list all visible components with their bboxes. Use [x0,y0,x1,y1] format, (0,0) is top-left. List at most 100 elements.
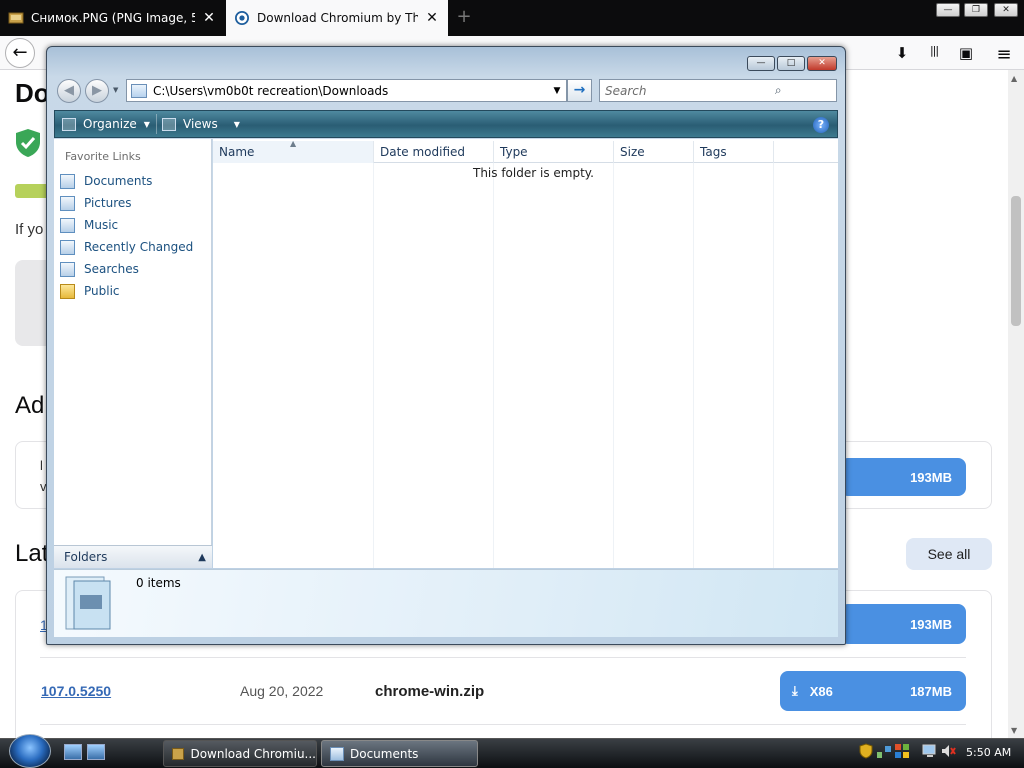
menu-icon[interactable]: ≡ [994,44,1014,65]
download-x86-button[interactable]: ⤓ X86 187MB [780,671,966,711]
scroll-down-icon[interactable]: ▼ [1011,726,1017,735]
chromium-icon [235,11,249,25]
shield-check-icon [16,129,40,157]
organize-button[interactable]: Organize ▼ [62,115,150,133]
forward-arrow-icon[interactable]: ▶ [85,79,109,103]
windows-flag-icon[interactable] [894,743,910,759]
pictures-icon [60,195,75,211]
favorite-link-label: Documents [84,174,153,188]
divider [40,657,966,658]
empty-folder-icon [65,576,111,630]
scrollbar-thumb[interactable] [1011,196,1021,326]
scroll-up-icon[interactable]: ▲ [1011,74,1017,83]
favorite-link-searches[interactable]: Searches [60,259,139,279]
dialog-minimize-button[interactable]: — [747,56,775,71]
favorite-link-pictures[interactable]: Pictures [60,193,132,213]
views-icon [162,117,176,131]
favorite-link-label: Public [84,284,120,298]
release-date: Aug 20, 2022 [240,683,324,699]
divider [40,724,966,725]
views-button[interactable]: Views ▼ [162,115,240,133]
address-bar[interactable]: C:\Users\vm0b0t recreation\Downloads ▼ [126,79,567,102]
folder-icon [131,83,147,98]
history-dropdown-icon[interactable]: ▼ [113,86,118,94]
close-tab-icon[interactable]: ✕ [201,10,217,26]
page-text: If yo [15,221,44,238]
section-heading: Ad [15,392,45,419]
start-button[interactable] [9,734,51,768]
tab-image[interactable]: Снимок.PNG (PNG Image, 580 ✕ [0,0,225,36]
help-icon[interactable]: ? [813,117,829,133]
page-scrollbar[interactable] [1008,70,1024,738]
favorite-link-label: Pictures [84,196,132,210]
folders-label: Folders [64,550,108,564]
library-icon[interactable]: ||| [924,44,944,62]
favorite-link-recently-changed[interactable]: Recently Changed [60,237,193,257]
search-placeholder: Search [605,83,647,98]
download-button[interactable]: 193MB [840,604,966,644]
favorite-link-public[interactable]: Public [60,281,120,301]
tab-chromium[interactable]: Download Chromium by The C ✕ [226,0,448,36]
download-arrow-icon: ⤓ [792,683,798,698]
network-icon[interactable] [876,743,892,759]
section-heading: Lat [15,540,49,567]
organize-icon [62,117,76,131]
column-divider [613,163,614,568]
switch-windows-icon[interactable] [87,744,105,760]
search-icon[interactable]: ⌕ [721,83,837,98]
go-arrow-button[interactable]: → [567,79,592,102]
column-header-size[interactable]: Size [614,141,694,163]
release-version-link[interactable]: 107.0.5250 [41,683,111,699]
chevron-down-icon[interactable]: ▼ [548,86,566,96]
back-arrow-icon[interactable]: ◀ [57,79,81,103]
favorite-link-music[interactable]: Music [60,215,118,235]
favorite-links-header: Favorite Links [65,150,141,163]
documents-icon [60,173,75,189]
clock[interactable]: 5:50 AM [966,746,1011,759]
display-icon[interactable] [922,743,938,759]
download-arch: X86 [809,683,833,699]
column-header-type[interactable]: Type [494,141,614,163]
column-divider [493,163,494,568]
download-button[interactable]: 193MB [840,458,966,496]
browser-close-button[interactable]: ✕ [994,3,1018,17]
column-divider [693,163,694,568]
download-size: 193MB [910,469,952,485]
views-label: Views [183,117,218,131]
folder-icon [60,283,75,299]
search-input[interactable]: Search ⌕ [599,79,837,102]
favorite-link-label: Searches [84,262,139,276]
dialog-maximize-button[interactable]: □ [777,56,805,71]
folders-toggle[interactable]: Folders ▲ [54,545,212,568]
sort-ascending-icon: ▲ [290,139,297,148]
favorite-link-label: Recently Changed [84,240,194,254]
searches-icon [60,261,75,277]
column-header-tags[interactable]: Tags [694,141,774,163]
sidebar-icon[interactable]: ▣ [956,44,976,62]
browser-minimize-button[interactable]: — [936,3,960,17]
browser-restore-button[interactable]: ❐ [964,3,988,17]
favorite-link-label: Music [84,218,119,232]
taskbar-item-label: Documents [350,746,419,761]
chevron-up-icon: ▲ [198,551,206,563]
column-divider [773,163,774,568]
recently-changed-icon [60,239,75,255]
page-title: Do [15,78,50,108]
column-header-date-modified[interactable]: Date modified [374,141,494,163]
downloads-icon[interactable]: ⬇ [892,44,912,62]
favorite-link-documents[interactable]: Documents [60,171,152,191]
see-all-button[interactable]: See all [906,538,992,570]
volume-muted-icon[interactable] [940,743,956,759]
organize-label: Organize [83,117,137,131]
new-tab-button[interactable]: + [452,6,476,28]
back-button[interactable]: ← [5,38,35,68]
close-tab-icon[interactable]: ✕ [424,10,440,26]
dialog-close-button[interactable]: ✕ [807,56,837,71]
tab-title: Снимок.PNG (PNG Image, 580 [31,11,195,25]
security-shield-icon[interactable] [858,743,874,759]
taskbar-item-documents[interactable]: Documents [321,740,478,767]
image-file-icon [8,12,24,24]
show-desktop-icon[interactable] [64,744,82,760]
taskbar-item-firefox[interactable]: Download Chromiu... [163,740,317,767]
address-text: C:\Users\vm0b0t recreation\Downloads [153,83,389,98]
